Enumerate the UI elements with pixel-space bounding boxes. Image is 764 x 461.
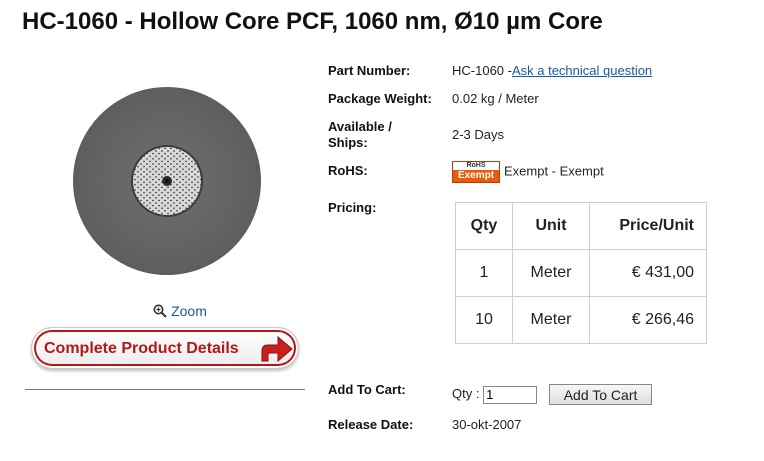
rohs-status: Exempt - Exempt bbox=[504, 163, 604, 179]
qty-label: Qty : bbox=[452, 386, 480, 401]
col-header-qty: Qty bbox=[455, 202, 513, 250]
part-number: HC-1060 - bbox=[452, 63, 512, 78]
col-header-unit: Unit bbox=[512, 202, 590, 250]
add-to-cart-label: Add To Cart: bbox=[328, 382, 406, 397]
zoom-link[interactable]: Zoom bbox=[25, 303, 335, 319]
available-label-line2: Ships: bbox=[328, 135, 368, 150]
rohs-badge-top: RoHS bbox=[466, 162, 486, 169]
available-value: 2-3 Days bbox=[452, 127, 505, 142]
table-row: 10 Meter € 266,46 bbox=[455, 296, 707, 344]
cell-price: € 266,46 bbox=[589, 296, 707, 344]
rohs-value: RoHS Exempt Exempt - Exempt bbox=[452, 161, 604, 183]
complete-product-details-button[interactable]: Complete Product Details bbox=[31, 327, 299, 369]
pricing-table: Qty Unit Price/Unit 1 Meter € 431,00 10 … bbox=[455, 202, 707, 344]
part-number-value: HC-1060 -Ask a technical question bbox=[452, 63, 652, 79]
table-row: 1 Meter € 431,00 bbox=[455, 249, 707, 297]
part-number-label: Part Number: bbox=[328, 63, 411, 78]
cell-qty: 10 bbox=[455, 296, 513, 344]
page-title: HC-1060 - Hollow Core PCF, 1060 nm, Ø10 … bbox=[22, 8, 603, 35]
col-header-price-unit: Price/Unit bbox=[589, 202, 707, 250]
rohs-exempt-badge-icon: RoHS Exempt bbox=[452, 161, 500, 183]
cell-unit: Meter bbox=[512, 296, 590, 344]
qty-input[interactable] bbox=[483, 385, 538, 404]
release-date-label: Release Date: bbox=[328, 417, 414, 432]
cell-unit: Meter bbox=[512, 249, 590, 297]
red-arrow-icon bbox=[261, 335, 293, 363]
package-weight-value: 0.02 kg / Meter bbox=[452, 91, 539, 106]
cell-qty: 1 bbox=[455, 249, 513, 297]
add-to-cart-button[interactable]: Add To Cart bbox=[548, 384, 653, 406]
cell-price: € 431,00 bbox=[589, 249, 707, 297]
left-divider bbox=[25, 389, 305, 390]
complete-product-details-label: Complete Product Details bbox=[44, 340, 239, 357]
package-weight-label: Package Weight: bbox=[328, 91, 432, 106]
zoom-label: Zoom bbox=[171, 303, 207, 319]
release-date-value: 30-okt-2007 bbox=[452, 417, 522, 432]
fiber-cross-section-image[interactable] bbox=[72, 86, 262, 276]
ask-technical-question-link[interactable]: Ask a technical question bbox=[512, 63, 652, 78]
rohs-badge-bottom: Exempt bbox=[453, 170, 499, 182]
available-label-line1: Available / bbox=[328, 119, 392, 134]
magnifier-zoom-icon bbox=[153, 304, 167, 318]
pricing-label: Pricing: bbox=[328, 200, 377, 215]
pricing-header-row: Qty Unit Price/Unit bbox=[455, 202, 707, 250]
available-ships-label: Available / Ships: bbox=[328, 119, 392, 151]
rohs-label: RoHS: bbox=[328, 163, 368, 178]
add-to-cart-controls: Qty : Add To Cart bbox=[452, 383, 653, 406]
